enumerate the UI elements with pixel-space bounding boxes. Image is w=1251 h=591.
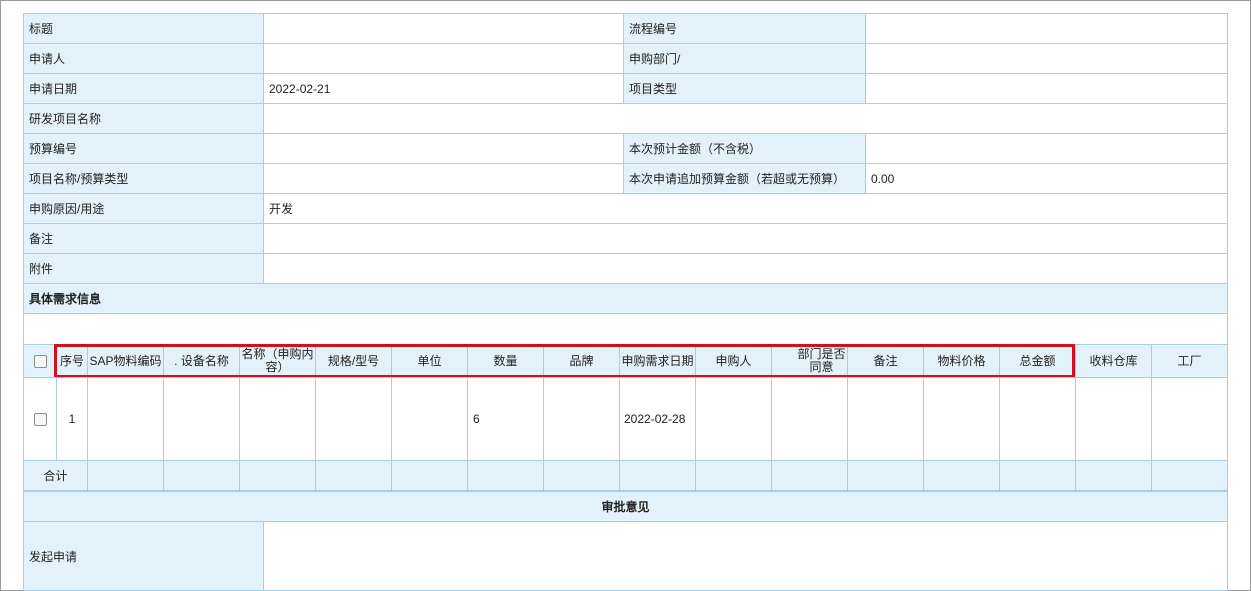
row-quantity[interactable]: 6	[467, 377, 544, 461]
project-type-label: 项目类型	[623, 73, 866, 104]
estimate-field[interactable]	[865, 133, 1228, 164]
row-dept-approve[interactable]	[771, 377, 848, 461]
col-header-spec: 规格/型号	[315, 344, 392, 378]
col-header-seq: 序号	[56, 344, 88, 378]
row-spec[interactable]	[315, 377, 392, 461]
total-cell	[1151, 460, 1228, 491]
process-no-field[interactable]	[865, 13, 1228, 44]
remark-field[interactable]	[263, 223, 1228, 254]
remark-label: 备注	[23, 223, 264, 254]
row-total-amount[interactable]	[999, 377, 1076, 461]
total-cell	[315, 460, 392, 491]
col-header-warehouse: 收料仓库	[1075, 344, 1152, 378]
title-label: 标题	[23, 13, 264, 44]
row-requester[interactable]	[695, 377, 772, 461]
row-purchase-content[interactable]	[239, 377, 316, 461]
detail-section-title: 具体需求信息	[23, 283, 1228, 314]
applicant-field[interactable]	[263, 43, 624, 74]
col-header-dept-approve: 部门是否同意	[771, 344, 848, 378]
dept-field[interactable]	[865, 43, 1228, 74]
row-sap-code[interactable]	[87, 377, 164, 461]
reason-value[interactable]: 开发	[263, 193, 1228, 224]
row-remark[interactable]	[847, 377, 924, 461]
select-all-cell	[23, 344, 57, 378]
col-header-sap-code: SAP物料编码	[87, 344, 164, 378]
select-all-checkbox[interactable]	[33, 354, 47, 368]
total-cell	[543, 460, 620, 491]
total-cell	[619, 460, 696, 491]
col-header-brand: 品牌	[543, 344, 620, 378]
apply-date-value[interactable]: 2022-02-21	[263, 73, 624, 104]
project-budget-field[interactable]	[263, 163, 624, 194]
total-cell	[1075, 460, 1152, 491]
dept-label: 申购部门/	[623, 43, 866, 74]
reason-label: 申购原因/用途	[23, 193, 264, 224]
total-cell	[847, 460, 924, 491]
col-header-purchase-content: 名称（申购内容）	[239, 344, 316, 378]
applicant-label: 申请人	[23, 43, 264, 74]
total-cell	[771, 460, 848, 491]
extra-budget-value[interactable]: 0.00	[865, 163, 1228, 194]
extra-budget-label: 本次申请追加预算金额（若超或无预算）	[623, 163, 866, 194]
budget-no-label: 预算编号	[23, 133, 264, 164]
row-select-cell	[23, 377, 57, 461]
total-cell	[87, 460, 164, 491]
total-cell	[239, 460, 316, 491]
col-header-remark: 备注	[847, 344, 924, 378]
row-seq: 1	[56, 377, 88, 461]
total-label: 合计	[23, 460, 88, 491]
approval-section-title: 审批意见	[23, 491, 1228, 522]
total-cell	[163, 460, 240, 491]
row-need-date[interactable]: 2022-02-28	[619, 377, 696, 461]
project-type-field[interactable]	[865, 73, 1228, 104]
row-material-price[interactable]	[923, 377, 1000, 461]
attachment-field[interactable]	[263, 253, 1228, 284]
budget-no-field[interactable]	[263, 133, 624, 164]
total-cell	[923, 460, 1000, 491]
row-device-name[interactable]	[163, 377, 240, 461]
row-factory[interactable]	[1151, 377, 1228, 461]
col-header-total-amount: 总金额	[999, 344, 1076, 378]
row-brand[interactable]	[543, 377, 620, 461]
row-checkbox[interactable]	[33, 412, 47, 426]
total-cell	[999, 460, 1076, 491]
apply-date-label: 申请日期	[23, 73, 264, 104]
total-cell	[695, 460, 772, 491]
process-no-label: 流程编号	[623, 13, 866, 44]
rd-project-label: 研发项目名称	[23, 103, 264, 134]
col-header-quantity: 数量	[467, 344, 544, 378]
title-field[interactable]	[263, 13, 624, 44]
col-header-requester: 申购人	[695, 344, 772, 378]
total-cell	[391, 460, 468, 491]
start-application-opinion[interactable]	[263, 521, 1228, 591]
col-header-need-date: 申购需求日期	[619, 344, 696, 378]
col-header-factory: 工厂	[1151, 344, 1228, 378]
rd-project-field[interactable]	[263, 103, 1228, 134]
row-unit[interactable]	[391, 377, 468, 461]
total-cell	[467, 460, 544, 491]
col-header-material-price: 物料价格	[923, 344, 1000, 378]
attachment-label: 附件	[23, 253, 264, 284]
col-header-device-name: . 设备名称	[163, 344, 240, 378]
project-budget-label: 项目名称/预算类型	[23, 163, 264, 194]
detail-toolbar-row	[23, 313, 1228, 345]
start-application-label: 发起申请	[23, 521, 264, 591]
row-warehouse[interactable]	[1075, 377, 1152, 461]
estimate-label: 本次预计金额（不含税）	[623, 133, 866, 164]
col-header-unit: 单位	[391, 344, 468, 378]
